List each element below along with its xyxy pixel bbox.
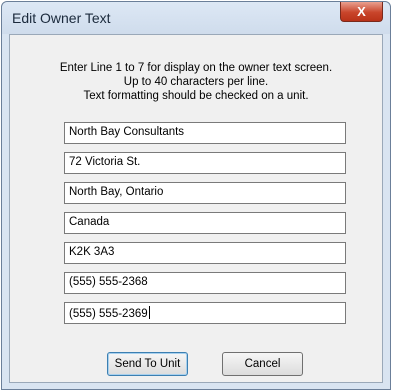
cancel-button[interactable]: Cancel (222, 352, 303, 376)
owner-text-line-4[interactable]: Canada (64, 212, 346, 234)
owner-text-line-1[interactable]: North Bay Consultants (64, 122, 346, 144)
dialog-title: Edit Owner Text (12, 10, 111, 26)
send-to-unit-button[interactable]: Send To Unit (107, 352, 188, 376)
owner-text-line-3[interactable]: North Bay, Ontario (64, 182, 346, 204)
edit-owner-text-dialog: Edit Owner Text X Enter Line 1 to 7 for … (1, 1, 391, 390)
instructions-text: Enter Line 1 to 7 for display on the own… (10, 61, 382, 103)
instruction-line-1: Enter Line 1 to 7 for display on the own… (59, 62, 333, 74)
owner-text-line-7[interactable]: (555) 555-2369 (64, 302, 346, 324)
dialog-body: Enter Line 1 to 7 for display on the own… (9, 34, 383, 383)
instruction-line-3: Text formatting should be checked on a u… (83, 90, 309, 102)
owner-text-line-2[interactable]: 72 Victoria St. (64, 152, 346, 174)
owner-text-line-5[interactable]: K2K 3A3 (64, 242, 346, 264)
title-bar[interactable]: Edit Owner Text X (2, 2, 390, 34)
instruction-line-2: Up to 40 characters per line. (123, 76, 269, 88)
close-icon: X (357, 4, 366, 19)
text-cursor (148, 306, 150, 319)
owner-text-line-6[interactable]: (555) 555-2368 (64, 272, 346, 294)
close-button[interactable]: X (340, 2, 383, 22)
